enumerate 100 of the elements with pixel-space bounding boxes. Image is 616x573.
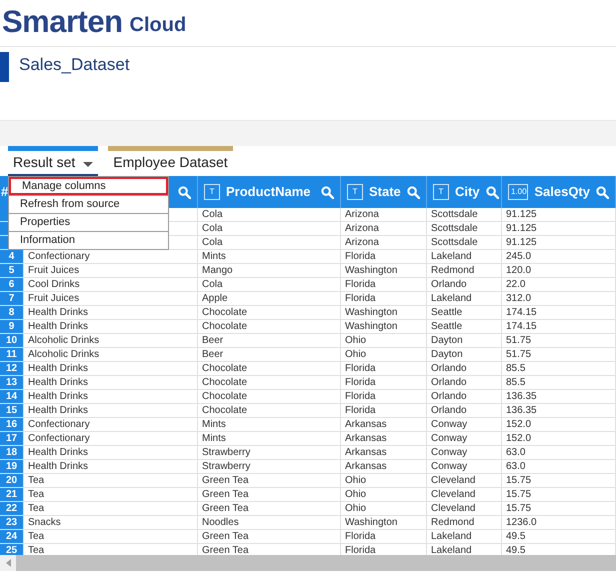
row-number: 12 (0, 362, 24, 375)
table-cell: Orlando (427, 362, 502, 375)
table-cell: 120.0 (502, 264, 616, 277)
table-cell: 136.35 (502, 390, 616, 403)
table-cell: 245.0 (502, 250, 616, 263)
table-cell: Tea (24, 488, 198, 501)
row-number: 22 (0, 502, 24, 515)
table-cell: Health Drinks (24, 404, 198, 417)
row-number: 16 (0, 418, 24, 431)
table-cell: Lakeland (427, 530, 502, 543)
table-cell: Green Tea (198, 488, 341, 501)
row-number: 13 (0, 376, 24, 389)
table-cell: Arkansas (341, 446, 427, 459)
row-number: 19 (0, 460, 24, 473)
table-cell: Arkansas (341, 432, 427, 445)
table-cell: Washington (341, 320, 427, 333)
logo-suffix: Cloud (130, 15, 186, 35)
table-cell: Chocolate (198, 376, 341, 389)
table-cell: Cleveland (427, 474, 502, 487)
table-cell: Cola (198, 278, 341, 291)
row-number: 11 (0, 348, 24, 361)
column-header[interactable]: # (1, 182, 8, 202)
table-cell: Health Drinks (24, 320, 198, 333)
row-number: 21 (0, 488, 24, 501)
table-cell: Conway (427, 446, 502, 459)
table-cell: Cola (198, 236, 341, 249)
table-cell: 63.0 (502, 460, 616, 473)
table-cell: Florida (341, 362, 427, 375)
table-cell: Redmond (427, 264, 502, 277)
search-icon[interactable] (407, 186, 420, 198)
table-cell: Mango (198, 264, 341, 277)
table-cell: Beer (198, 334, 341, 347)
search-icon[interactable] (486, 186, 499, 198)
column-header[interactable]: State (369, 182, 401, 202)
menu-item[interactable]: Information (9, 231, 168, 249)
table-cell: Mints (198, 432, 341, 445)
table-cell: Scottsdale (427, 236, 502, 249)
table-cell: 51.75 (502, 348, 616, 361)
table-cell: Scottsdale (427, 208, 502, 221)
table-cell: Green Tea (198, 530, 341, 543)
table-cell: 91.125 (502, 236, 616, 249)
row-number: 7 (0, 292, 24, 305)
logo: Smarten (2, 6, 123, 37)
table-cell: Confectionary (24, 418, 198, 431)
table-cell: Arkansas (341, 418, 427, 431)
table-cell: Chocolate (198, 404, 341, 417)
table-cell: Mints (198, 250, 341, 263)
search-icon[interactable] (596, 186, 609, 198)
table-cell: Strawberry (198, 460, 341, 473)
table-cell: 22.0 (502, 278, 616, 291)
table-cell: Arizona (341, 208, 427, 221)
table-cell: Health Drinks (24, 460, 198, 473)
table-cell: Tea (24, 530, 198, 543)
menu-item[interactable]: Refresh from source (9, 195, 168, 213)
row-number: 4 (0, 250, 24, 263)
table-cell: Cool Drinks (24, 278, 198, 291)
table-cell: Green Tea (198, 474, 341, 487)
menu-item[interactable]: Manage columns (9, 177, 168, 195)
search-icon[interactable] (178, 186, 191, 198)
table-cell: Florida (341, 250, 427, 263)
search-icon[interactable] (321, 186, 334, 198)
table-cell: Health Drinks (24, 306, 198, 319)
table-cell: Health Drinks (24, 362, 198, 375)
row-number: 6 (0, 278, 24, 291)
table-cell: Apple (198, 292, 341, 305)
table-cell: Health Drinks (24, 376, 198, 389)
row-number: 8 (0, 306, 24, 319)
table-cell: Cleveland (427, 488, 502, 501)
table-cell: Fruit Juices (24, 292, 198, 305)
table-cell: Arizona (341, 222, 427, 235)
menu-item[interactable]: Properties (9, 213, 168, 231)
table-cell: Arizona (341, 236, 427, 249)
table-cell: 136.35 (502, 404, 616, 417)
table-cell: Health Drinks (24, 446, 198, 459)
table-cell: Confectionary (24, 432, 198, 445)
table-cell: Florida (341, 390, 427, 403)
table-cell: Cola (198, 222, 341, 235)
table-cell: 63.0 (502, 446, 616, 459)
table-cell: 15.75 (502, 502, 616, 515)
type-badge: 1.00 (508, 184, 528, 200)
table-cell: Tea (24, 474, 198, 487)
table-cell: 51.75 (502, 334, 616, 347)
column-header[interactable]: ProductName (226, 182, 311, 202)
scroll-left-icon[interactable] (6, 559, 10, 567)
table-cell: Orlando (427, 376, 502, 389)
table-cell: Orlando (427, 390, 502, 403)
row-number: 5 (0, 264, 24, 277)
table-cell: Green Tea (198, 502, 341, 515)
column-header[interactable]: City (455, 182, 480, 202)
table-cell: Arkansas (341, 460, 427, 473)
table-cell: Washington (341, 264, 427, 277)
table-cell: 152.0 (502, 432, 616, 445)
table-cell: Ohio (341, 502, 427, 515)
row-number: 14 (0, 390, 24, 403)
column-header[interactable]: SalesQty (534, 182, 590, 202)
type-badge: T (204, 184, 220, 200)
table-cell: 174.15 (502, 306, 616, 319)
table-cell: 15.75 (502, 488, 616, 501)
table-cell: 174.15 (502, 320, 616, 333)
table-cell: Alcoholic Drinks (24, 348, 198, 361)
